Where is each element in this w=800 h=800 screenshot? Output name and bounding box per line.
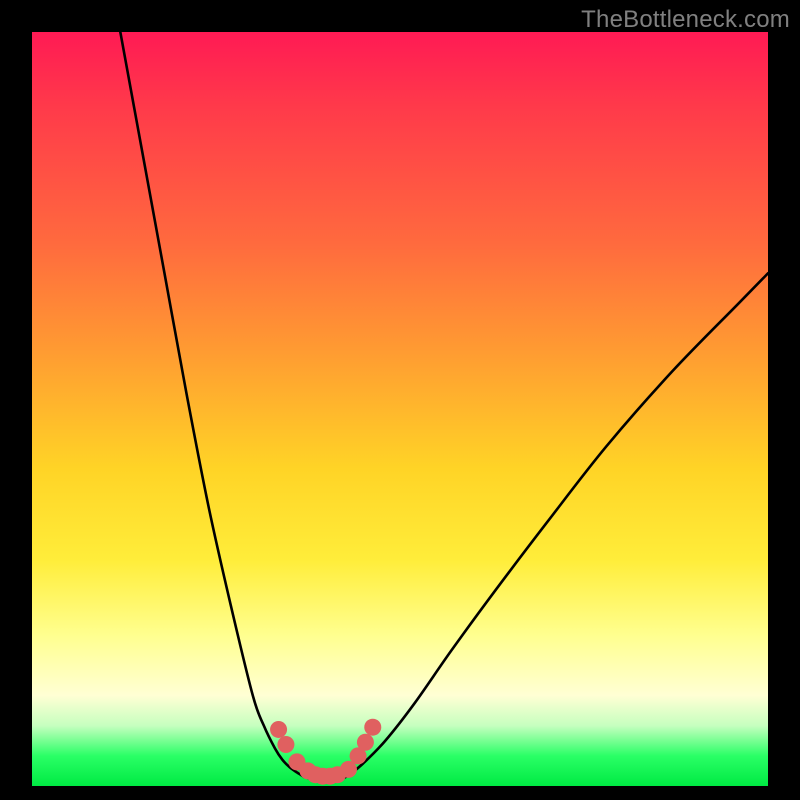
curve-path [120,32,768,781]
highlight-dots [270,719,381,785]
bottleneck-curve [32,32,768,786]
watermark-text: TheBottleneck.com [581,6,790,34]
highlight-dot [357,734,374,751]
plot-area [32,32,768,786]
highlight-dot [270,721,287,738]
highlight-dot [277,736,294,753]
highlight-dot [364,719,381,736]
chart-frame: TheBottleneck.com [0,0,800,800]
